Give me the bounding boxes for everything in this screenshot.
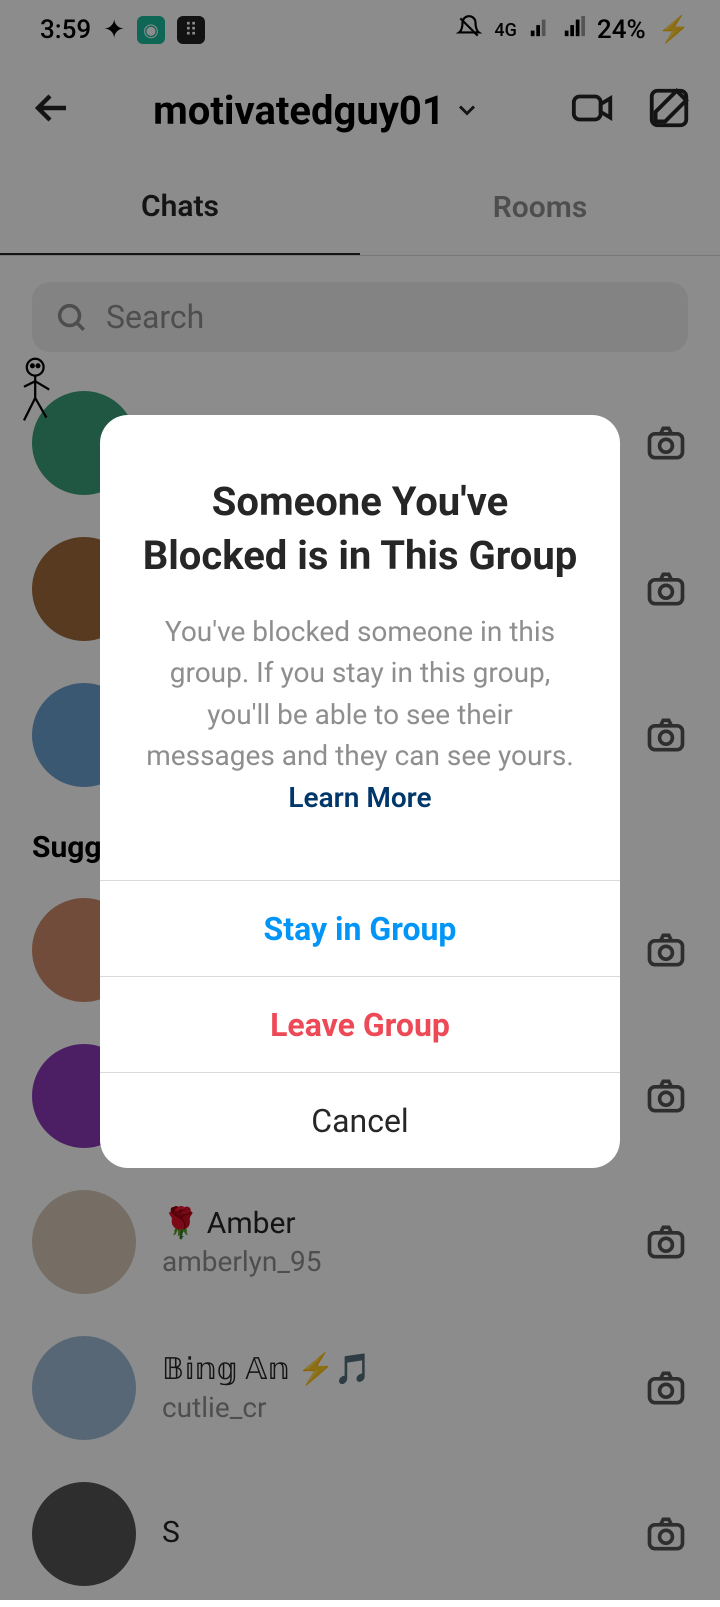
leave-label: Leave Group (270, 1006, 450, 1044)
dialog-title: Someone You've Blocked is in This Group (142, 475, 578, 583)
dialog-description: You've blocked someone in this group. If… (142, 611, 578, 818)
leave-group-button[interactable]: Leave Group (100, 976, 620, 1072)
dialog-desc-text: You've blocked someone in this group. If… (146, 615, 574, 772)
stay-in-group-button[interactable]: Stay in Group (100, 880, 620, 976)
cancel-label: Cancel (311, 1102, 408, 1140)
learn-more-link[interactable]: Learn More (288, 781, 431, 814)
cancel-button[interactable]: Cancel (100, 1072, 620, 1168)
stay-label: Stay in Group (264, 910, 457, 948)
blocked-user-dialog: Someone You've Blocked is in This Group … (100, 415, 620, 1168)
